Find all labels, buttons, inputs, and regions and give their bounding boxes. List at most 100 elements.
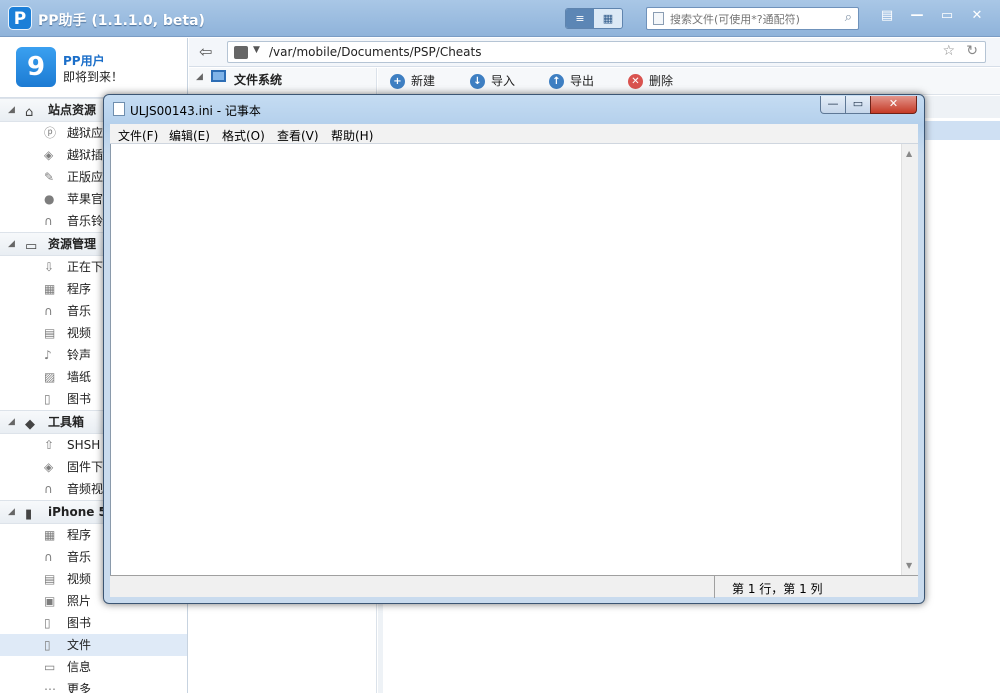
view-toggle[interactable]: ≡ ▦ <box>565 8 623 29</box>
sidebar-item-device-more[interactable]: ⋯ 更多 <box>0 678 187 693</box>
sidebar-item-label: 图书 <box>67 616 92 630</box>
address-bar[interactable]: ▼ /var/mobile/Documents/PSP/Cheats ☆ ↻ <box>227 41 986 63</box>
notepad-statusbar: 第 1 行，第 1 列 <box>110 575 918 598</box>
apps-grid-icon: ▦ <box>44 528 56 542</box>
address-row: ⇦ ▼ /var/mobile/Documents/PSP/Cheats ☆ ↻ <box>189 38 1000 67</box>
sidebar-item-label: 照片 <box>67 594 92 608</box>
import-button[interactable]: ↓ 导入 <box>470 72 515 91</box>
list-view-icon[interactable]: ≡ <box>566 9 594 28</box>
export-label: 导出 <box>570 74 595 88</box>
sidebar-item-label: 文件 <box>67 638 92 652</box>
sidebar-item-label: 越狱应 <box>67 126 104 140</box>
new-folder-icon: + <box>390 74 405 89</box>
sidebar-item-label: 正在下 <box>67 260 104 274</box>
sidebar-item-device-books[interactable]: ▯ 图书 <box>0 612 187 634</box>
notepad-title: ULJS00143.ini - 记事本 <box>130 104 261 118</box>
notepad-menubar: 文件(F) 编辑(E) 格式(O) 查看(V) 帮助(H) <box>110 124 918 144</box>
notepad-minimize-button[interactable]: — <box>820 96 846 114</box>
caret-down-icon[interactable]: ◢ <box>8 99 15 121</box>
tree-root[interactable]: ◢ 文件系统 <box>189 68 377 90</box>
caret-down-icon[interactable]: ◢ <box>8 411 15 433</box>
film-icon: ▤ <box>44 326 56 340</box>
section-title: iPhone 5 <box>48 505 107 519</box>
menu-format[interactable]: 格式(O) <box>222 127 265 144</box>
sidebar-item-device-files[interactable]: ▯ 文件 <box>0 634 187 656</box>
sidebar-item-label: 越狱插 <box>67 148 104 162</box>
sidebar-item-label: 信息 <box>67 660 92 674</box>
pp-logo-icon: P <box>8 6 32 30</box>
close-button[interactable]: ✕ <box>965 6 989 26</box>
menu-help[interactable]: 帮助(H) <box>331 127 373 144</box>
file-toolbar: + 新建 ↓ 导入 ↑ 导出 ✕ 删除 <box>378 68 1000 95</box>
user-name[interactable]: PP用户 <box>63 52 105 69</box>
notepad-close-button[interactable]: ✕ <box>870 96 917 114</box>
delete-icon: ✕ <box>628 74 643 89</box>
star-icon[interactable]: ☆ <box>942 43 955 59</box>
caret-down-icon[interactable]: ◢ <box>196 72 203 82</box>
sidebar-item-label: 程序 <box>67 528 92 542</box>
notepad-maximize-button[interactable]: ▭ <box>845 96 871 114</box>
sidebar-item-label: 音乐 <box>67 304 92 318</box>
sidebar-item-label: SHSH <box>67 438 101 452</box>
notepad-text-area[interactable] <box>110 144 901 575</box>
sidebar-item-label: 视频 <box>67 326 92 340</box>
search-box[interactable]: ⌕ <box>646 7 859 30</box>
headphones-icon: ∩ <box>44 304 53 318</box>
search-icon[interactable]: ⌕ <box>845 10 852 25</box>
caret-down-icon[interactable]: ◢ <box>8 233 15 255</box>
import-icon: ↓ <box>470 74 485 89</box>
refresh-icon[interactable]: ↻ <box>966 43 978 59</box>
export-button[interactable]: ↑ 导出 <box>549 72 594 91</box>
back-arrow-icon[interactable]: ⇦ <box>199 42 212 61</box>
menu-edit[interactable]: 编辑(E) <box>169 127 210 144</box>
new-button[interactable]: + 新建 <box>390 72 435 91</box>
grid-view-icon[interactable]: ▦ <box>594 9 622 28</box>
address-path[interactable]: /var/mobile/Documents/PSP/Cheats <box>269 45 482 59</box>
notepad-icon[interactable] <box>113 102 125 116</box>
sidebar-item-label: 音乐铃 <box>67 214 104 228</box>
headphones-icon: ∩ <box>44 550 53 564</box>
notepad-window: ULJS00143.ini - 记事本 — ▭ ✕ 文件(F) 编辑(E) 格式… <box>103 94 925 604</box>
cursor-position: 第 1 行，第 1 列 <box>732 582 823 596</box>
menu-view[interactable]: 查看(V) <box>277 127 319 144</box>
headphones-icon: ∩ <box>44 214 53 228</box>
scroll-down-icon[interactable]: ▼ <box>906 561 912 570</box>
section-title: 工具箱 <box>48 415 85 429</box>
delete-button[interactable]: ✕ 删除 <box>628 72 673 91</box>
drive-icon[interactable] <box>234 46 248 59</box>
caret-down-icon[interactable]: ◢ <box>8 501 15 523</box>
minimize-button[interactable]: — <box>905 6 929 26</box>
sidebar-item-label: 墙纸 <box>67 370 92 384</box>
download-icon: ⇩ <box>44 260 55 274</box>
picture-icon: ▨ <box>44 370 56 384</box>
sidebar-item-label: 更多 <box>67 682 92 693</box>
menu-file[interactable]: 文件(F) <box>118 127 158 144</box>
delete-label: 删除 <box>649 74 674 88</box>
chevron-down-icon[interactable]: ▼ <box>253 45 260 55</box>
sidebar-item-label: 苹果官 <box>67 192 104 206</box>
sidebar-item-label: 音频视 <box>67 482 104 496</box>
headphones-icon: ∩ <box>44 482 53 496</box>
selected-file-row[interactable] <box>920 121 1000 140</box>
box-icon: ◈ <box>44 460 54 474</box>
tree-root-label: 文件系统 <box>234 73 283 87</box>
app-title: PP助手 (1.1.1.0, beta) <box>38 13 205 29</box>
feedback-icon[interactable]: ▤ <box>875 6 899 26</box>
monitor-icon: ▭ <box>25 239 38 254</box>
home-icon: ⌂ <box>25 105 34 120</box>
search-input[interactable] <box>670 11 834 27</box>
avatar[interactable]: 9 <box>16 47 56 87</box>
book-icon: ▯ <box>44 392 51 406</box>
toolbox-icon: ◆ <box>25 417 35 432</box>
vertical-scrollbar[interactable]: ▲ ▼ <box>901 144 918 575</box>
export-icon: ↑ <box>549 74 564 89</box>
sidebar-item-device-messages[interactable]: ▭ 信息 <box>0 656 187 678</box>
book-icon: ▯ <box>44 616 51 630</box>
maximize-button[interactable]: ▭ <box>935 6 959 26</box>
scroll-up-icon[interactable]: ▲ <box>906 149 912 158</box>
section-title: 资源管理 <box>48 237 97 251</box>
file-type-icon[interactable] <box>653 12 664 25</box>
sidebar-item-label: 铃声 <box>67 348 92 362</box>
sidebar-item-label: 正版应 <box>67 170 104 184</box>
user-panel: 9 PP用户 即将到来！ <box>0 38 187 98</box>
